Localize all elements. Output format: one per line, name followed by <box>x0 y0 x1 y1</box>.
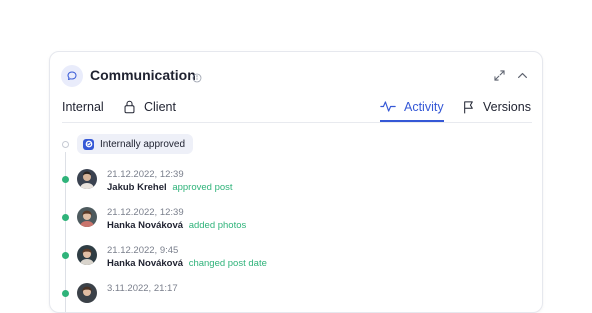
panel-title: Communication <box>90 67 196 83</box>
tab-versions[interactable]: Versions <box>462 100 531 121</box>
tab-label: Activity <box>404 100 444 114</box>
activity-action: changed post date <box>188 258 267 269</box>
check-icon <box>83 138 94 150</box>
activity-text: Hanka Nováková added photos <box>107 220 246 231</box>
status-badge-label: Internally approved <box>100 138 186 150</box>
activity-action: approved post <box>172 182 233 193</box>
panel-header: Communication <box>50 52 542 100</box>
status-badge: Internally approved <box>77 134 194 154</box>
activity-text: Jakub Krehel approved post <box>107 182 233 193</box>
chevron-up-icon[interactable] <box>516 69 529 87</box>
avatar <box>77 245 97 265</box>
activity-author: Hanka Nováková <box>107 258 184 269</box>
tab-client[interactable]: Client <box>123 100 176 121</box>
tab-label: Versions <box>483 100 531 114</box>
tab-label: Client <box>144 100 176 114</box>
activity-date: 21.12.2022, 12:39 <box>107 169 184 180</box>
communication-panel: Communication Internal Client Activity V… <box>49 51 543 313</box>
activity-icon <box>380 101 396 112</box>
chat-icon <box>61 65 83 87</box>
timeline-dot <box>62 176 69 183</box>
activity-date: 21.12.2022, 12:39 <box>107 207 184 218</box>
info-icon[interactable] <box>192 70 202 88</box>
activity-date: 21.12.2022, 9:45 <box>107 245 179 256</box>
timeline-dot <box>62 141 69 148</box>
expand-icon[interactable] <box>493 69 506 87</box>
tab-internal[interactable]: Internal <box>62 100 104 121</box>
activity-text: Hanka Nováková changed post date <box>107 258 267 269</box>
tab-bar: Internal Client Activity Versions <box>62 100 532 123</box>
tab-label: Internal <box>62 100 104 114</box>
avatar <box>77 283 97 303</box>
avatar <box>77 207 97 227</box>
timeline-dot <box>62 214 69 221</box>
lock-icon <box>124 100 135 114</box>
timeline-dot <box>62 252 69 259</box>
activity-author: Hanka Nováková <box>107 220 184 231</box>
activity-action: added photos <box>188 220 247 231</box>
avatar <box>77 169 97 189</box>
activity-date: 3.11.2022, 21:17 <box>107 283 178 294</box>
activity-author: Jakub Krehel <box>107 182 167 193</box>
flag-icon <box>464 101 473 114</box>
tab-activity[interactable]: Activity <box>380 100 444 122</box>
